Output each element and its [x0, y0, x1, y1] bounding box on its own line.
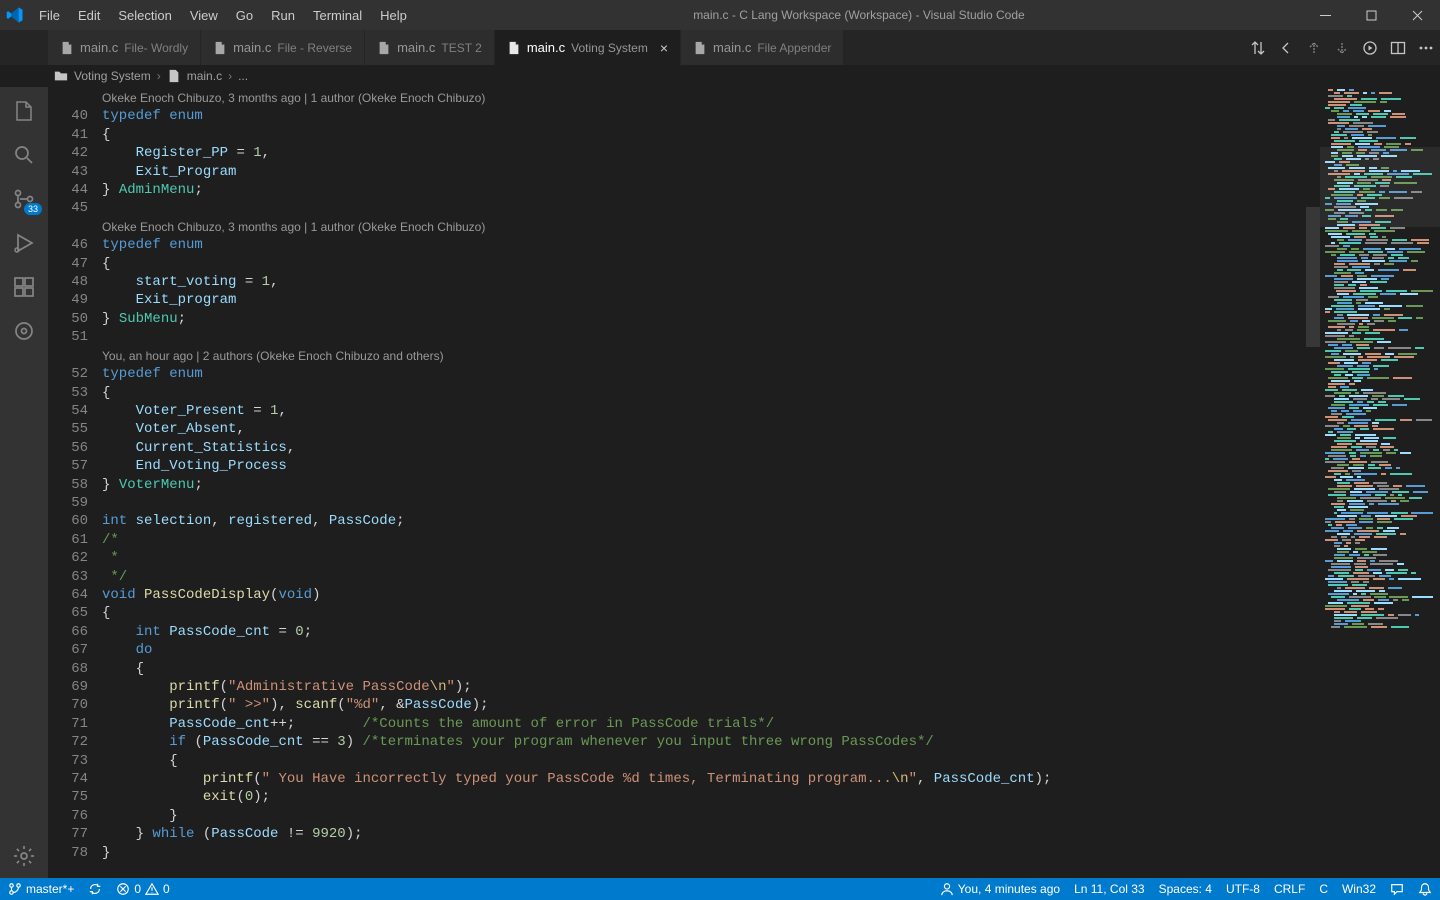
status-blame[interactable]: You, 4 minutes ago	[940, 882, 1060, 896]
window-maximize-button[interactable]	[1348, 0, 1394, 30]
tab-label: main.c	[80, 40, 118, 55]
title-bar: File Edit Selection View Go Run Terminal…	[0, 0, 1440, 30]
split-editor-icon[interactable]	[1390, 40, 1406, 56]
menu-view[interactable]: View	[181, 2, 227, 29]
more-actions-icon[interactable]	[1418, 40, 1434, 56]
chevron-right-icon: ›	[157, 69, 161, 83]
vscode-logo-icon	[6, 6, 24, 24]
window-close-button[interactable]	[1394, 0, 1440, 30]
status-language[interactable]: C	[1319, 882, 1328, 896]
line-number-gutter: 404142434445 464748495051 52535455565758…	[48, 87, 102, 878]
minimap-slider[interactable]	[1320, 147, 1440, 227]
run-icon[interactable]	[1362, 40, 1378, 56]
file-icon	[213, 41, 227, 55]
bell-icon	[1418, 882, 1432, 896]
tab-mainc-file-appender[interactable]: main.c File Appender	[681, 30, 844, 65]
status-feedback[interactable]	[1390, 882, 1404, 896]
status-cursor[interactable]: Ln 11, Col 33	[1074, 882, 1145, 896]
search-icon[interactable]	[12, 143, 36, 167]
tab-mainc-test2[interactable]: main.c TEST 2	[365, 30, 495, 65]
menu-go[interactable]: Go	[227, 2, 262, 29]
tab-desc: File - Reverse	[277, 41, 352, 55]
tab-label: main.c	[233, 40, 271, 55]
extensions-icon[interactable]	[12, 275, 36, 299]
menu-run[interactable]: Run	[262, 2, 304, 29]
editor-area[interactable]: 404142434445 464748495051 52535455565758…	[48, 87, 1440, 878]
close-icon[interactable]: ×	[660, 40, 668, 56]
vertical-scrollbar[interactable]	[1306, 87, 1320, 878]
menu-file[interactable]: File	[30, 2, 69, 29]
tab-label: main.c	[713, 40, 751, 55]
tab-desc: File Appender	[757, 41, 831, 55]
editor-tabs: main.c File- Wordly main.c File - Revers…	[0, 30, 1440, 65]
status-encoding[interactable]: UTF-8	[1226, 882, 1260, 896]
code-content[interactable]: Okeke Enoch Chibuzo, 3 months ago | 1 au…	[102, 87, 1320, 878]
status-platform[interactable]: Win32	[1342, 882, 1376, 896]
gear-icon[interactable]	[12, 844, 36, 868]
compare-changes-icon[interactable]	[1250, 40, 1266, 56]
tab-label: main.c	[397, 40, 435, 55]
status-bar: master*+ 0 0 You, 4 minutes ago Ln 11, C…	[0, 878, 1440, 900]
chevron-right-icon: ›	[228, 69, 232, 83]
menu-selection[interactable]: Selection	[109, 2, 180, 29]
folder-icon	[54, 69, 68, 83]
window-minimize-button[interactable]	[1302, 0, 1348, 30]
sync-icon	[88, 882, 102, 896]
branch-name: master*+	[26, 882, 74, 896]
breadcrumb[interactable]: Voting System › main.c › ...	[0, 65, 1440, 87]
next-change-icon[interactable]	[1334, 40, 1350, 56]
status-branch[interactable]: master*+	[8, 882, 74, 896]
file-icon	[693, 41, 707, 55]
tab-mainc-voting-system[interactable]: main.c Voting System ×	[495, 30, 681, 65]
error-icon	[116, 882, 130, 896]
gitlens-icon[interactable]	[12, 319, 36, 343]
error-count: 0	[134, 882, 141, 896]
file-icon	[60, 41, 74, 55]
file-icon	[377, 41, 391, 55]
window-title: main.c - C Lang Workspace (Workspace) - …	[416, 8, 1302, 22]
source-control-icon[interactable]	[12, 187, 36, 211]
run-debug-icon[interactable]	[12, 231, 36, 255]
file-icon	[167, 69, 181, 83]
feedback-icon	[1390, 882, 1404, 896]
menu-terminal[interactable]: Terminal	[304, 2, 371, 29]
go-back-icon[interactable]	[1278, 40, 1294, 56]
menu-help[interactable]: Help	[371, 2, 416, 29]
breadcrumb-part[interactable]: Voting System	[74, 69, 151, 83]
tab-desc: TEST 2	[441, 41, 481, 55]
menu-edit[interactable]: Edit	[69, 2, 109, 29]
git-branch-icon	[8, 882, 22, 896]
minimap[interactable]	[1320, 87, 1440, 878]
status-sync[interactable]	[88, 882, 102, 896]
status-spaces[interactable]: Spaces: 4	[1159, 882, 1212, 896]
menu-bar: File Edit Selection View Go Run Terminal…	[30, 2, 416, 29]
tab-label: main.c	[527, 40, 565, 55]
warning-icon	[145, 882, 159, 896]
scrollbar-thumb[interactable]	[1306, 207, 1320, 347]
tab-mainc-wordly[interactable]: main.c File- Wordly	[48, 30, 201, 65]
status-notifications[interactable]	[1418, 882, 1432, 896]
tab-desc: File- Wordly	[124, 41, 188, 55]
prev-change-icon[interactable]	[1306, 40, 1322, 56]
status-eol[interactable]: CRLF	[1274, 882, 1305, 896]
status-problems[interactable]: 0 0	[116, 882, 169, 896]
warning-count: 0	[163, 882, 170, 896]
activity-bar	[0, 87, 48, 878]
tab-desc: Voting System	[571, 41, 648, 55]
explorer-icon[interactable]	[12, 99, 36, 123]
breadcrumb-part[interactable]: main.c	[187, 69, 222, 83]
person-icon	[940, 882, 954, 896]
file-icon	[507, 41, 521, 55]
tab-mainc-reverse[interactable]: main.c File - Reverse	[201, 30, 365, 65]
blame-text: You, 4 minutes ago	[958, 882, 1060, 896]
breadcrumb-part[interactable]: ...	[238, 69, 248, 83]
